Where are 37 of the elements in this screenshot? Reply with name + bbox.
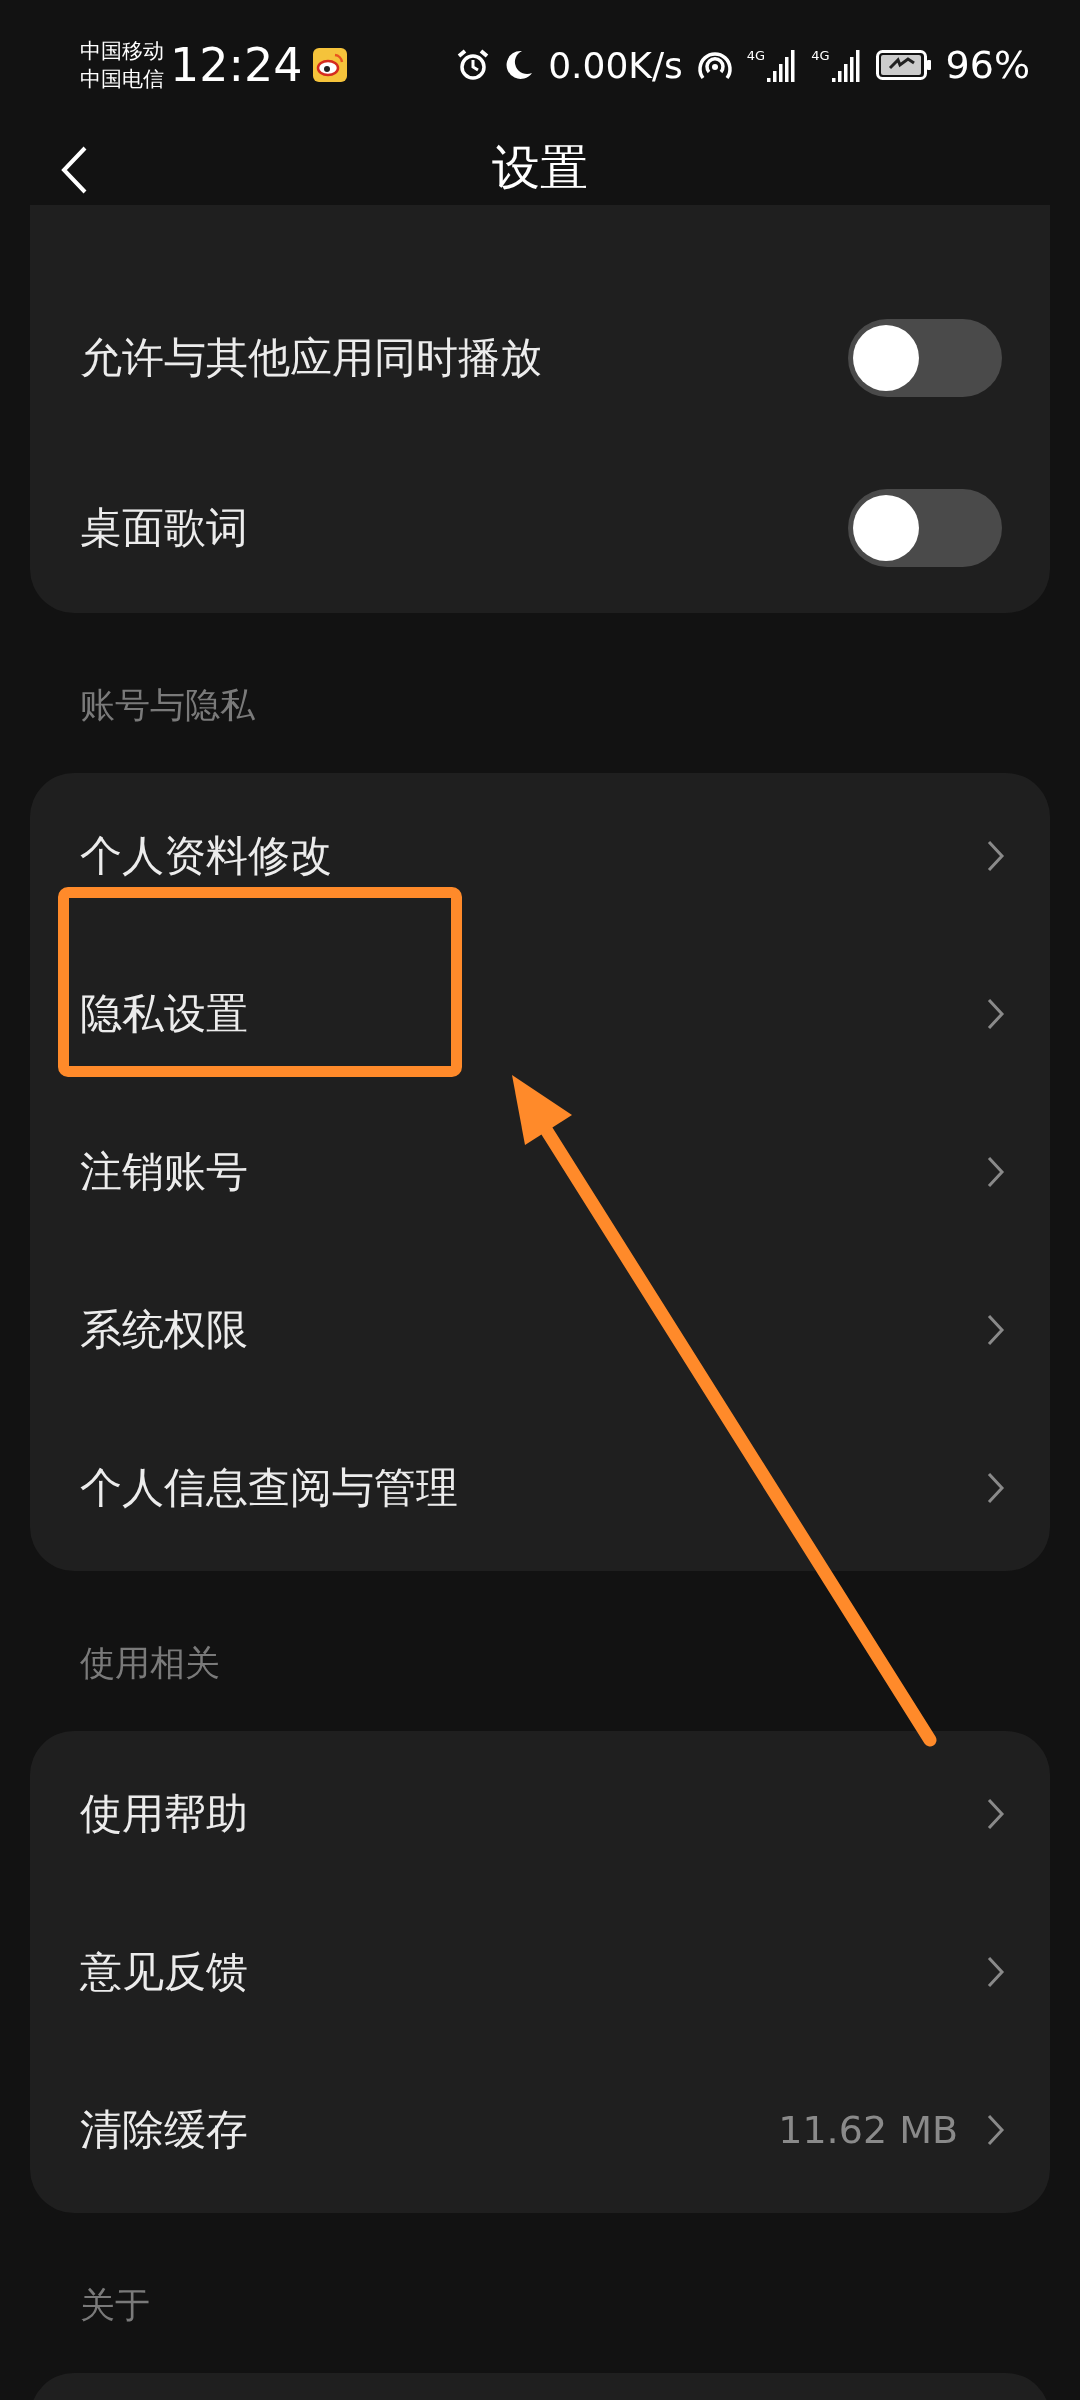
chevron-right-icon (986, 1155, 1006, 1189)
setting-item[interactable]: 个人信息查阅与管理 (80, 1460, 986, 1516)
setting-item[interactable]: 注销账号 (80, 1144, 986, 1200)
chevron-right-icon (986, 997, 1006, 1031)
cache-size: 11.62 MB (778, 2108, 958, 2152)
weibo-app-icon (312, 48, 347, 82)
section-title: 使用相关 (80, 1641, 220, 1685)
clock: 12:24 (170, 38, 303, 92)
chevron-right-icon (986, 1313, 1006, 1347)
chevron-left-icon (60, 145, 88, 195)
setting-label: 允许与其他应用同时播放 (80, 332, 543, 384)
chevron-right-icon (986, 1471, 1006, 1505)
section-title: 关于 (80, 2283, 150, 2327)
network-speed: 0.00K/s (548, 44, 683, 86)
moon-icon (504, 49, 535, 81)
setting-item[interactable]: 个人资料修改 (80, 828, 986, 884)
carrier-name: 中国移动 (80, 38, 164, 65)
setting-item[interactable]: 意见反馈 (80, 1944, 986, 2000)
chevron-right-icon (986, 1955, 1006, 1989)
battery-icon (875, 50, 932, 80)
setting-item[interactable]: 使用帮助 (80, 1786, 986, 1842)
alarm-clock-icon (456, 48, 491, 82)
network-type: 4G (811, 48, 830, 63)
setting-item[interactable]: 隐私设置 (80, 986, 986, 1042)
section-title: 账号与隐私 (80, 683, 255, 727)
setting-item[interactable]: 清除缓存 (80, 2102, 779, 2158)
signal-icon (831, 48, 862, 82)
chevron-right-icon (986, 2113, 1006, 2147)
signal-icon (767, 48, 798, 82)
carrier-name: 中国电信 (80, 66, 164, 93)
setting-label: 桌面歌词 (80, 502, 249, 554)
chevron-right-icon (986, 1797, 1006, 1831)
setting-item[interactable]: 系统权限 (80, 1302, 986, 1358)
chevron-right-icon (986, 839, 1006, 873)
battery-percent: 96% (945, 43, 1030, 87)
network-type: 4G (746, 48, 766, 63)
page-title: 设置 (492, 137, 588, 197)
